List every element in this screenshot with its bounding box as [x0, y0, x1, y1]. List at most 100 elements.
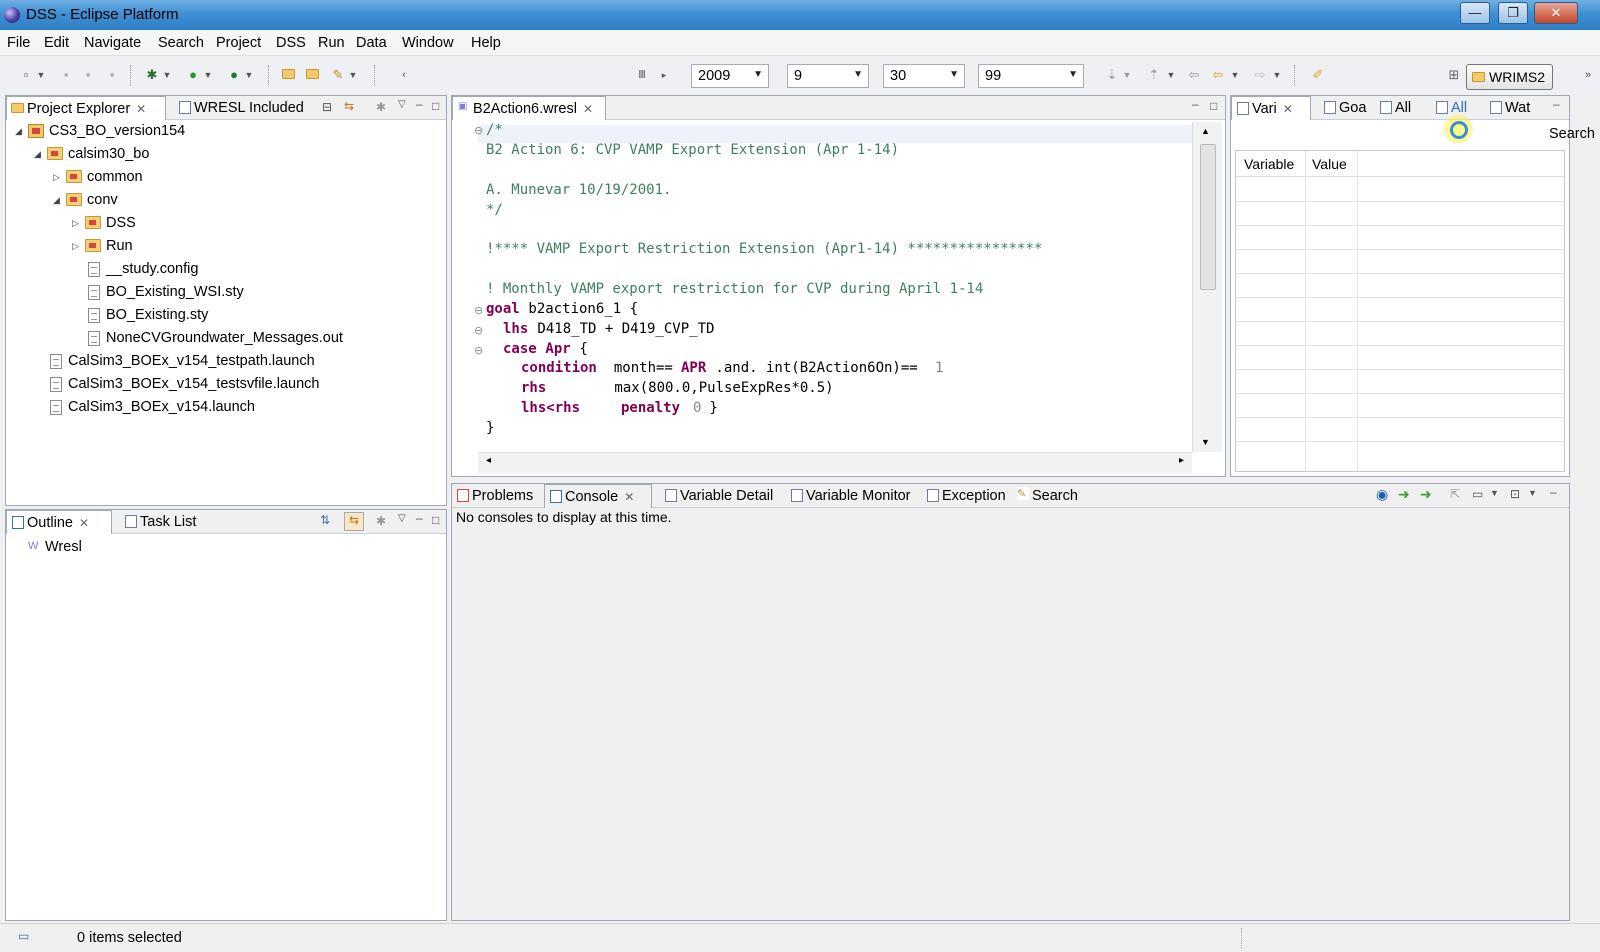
search-pen-icon[interactable]: ✎: [330, 67, 346, 83]
menu-data[interactable]: Data: [356, 35, 387, 51]
cycle-select[interactable]: 99 ▼: [978, 64, 1084, 88]
minimize-view-icon[interactable]: –: [416, 97, 423, 111]
external-tools-icon[interactable]: ●: [226, 67, 242, 83]
day-select[interactable]: 30 ▼: [883, 64, 965, 88]
code-line[interactable]: /*: [486, 122, 503, 138]
new-dropdown-icon[interactable]: ▼: [36, 67, 46, 83]
scroll-thumb[interactable]: [1200, 144, 1216, 290]
run-icon[interactable]: ●: [185, 67, 201, 83]
display-console-dropdown-icon[interactable]: ▼: [1490, 488, 1499, 498]
prev-annotation-dropdown-icon[interactable]: ▼: [1166, 67, 1176, 83]
tab-problems[interactable]: Problems: [452, 484, 544, 508]
tab-variable-detail[interactable]: Variable Detail: [660, 484, 784, 508]
month-select[interactable]: 9 ▼: [787, 64, 869, 88]
last-edit-icon[interactable]: ⇦: [1186, 67, 1202, 83]
scroll-right-icon[interactable]: ▸: [656, 67, 672, 83]
fast-view-icon[interactable]: ▭: [18, 929, 29, 943]
fold-icon[interactable]: ⊖: [474, 344, 483, 357]
forward-icon[interactable]: ⇨: [1252, 67, 1268, 83]
sort-icon[interactable]: ⇅: [320, 513, 330, 527]
perspective-wrims2-button[interactable]: WRIMS2: [1466, 64, 1553, 90]
menu-project[interactable]: Project: [216, 35, 261, 51]
next-annotation-icon[interactable]: ⇣: [1104, 67, 1120, 83]
close-tab-icon[interactable]: ✕: [79, 516, 89, 530]
tab-outline[interactable]: Outline ✕: [6, 510, 112, 534]
debug-dropdown-icon[interactable]: ▼: [162, 67, 172, 83]
code-line[interactable]: A. Munevar 10/19/2001.: [486, 182, 671, 198]
resume-icon[interactable]: ➜: [1420, 486, 1432, 503]
close-tab-icon[interactable]: ✕: [624, 490, 634, 504]
open-perspective-icon[interactable]: ⊞: [1446, 67, 1462, 83]
code-keyword[interactable]: goal: [486, 301, 520, 317]
code-text[interactable]: D418_TD + D419_CVP_TD: [529, 321, 714, 337]
pause-icon[interactable]: ◉: [1376, 486, 1388, 503]
search-dropdown-icon[interactable]: ▼: [348, 67, 358, 83]
year-select[interactable]: 2009 ▼: [691, 64, 769, 88]
code-keyword[interactable]: Apr: [537, 341, 570, 357]
display-console-icon[interactable]: ▭: [1472, 487, 1483, 501]
code-line[interactable]: B2 Action 6: CVP VAMP Export Extension (…: [486, 142, 899, 158]
tree-item-file[interactable]: NoneCVGroundwater_Messages.out: [6, 328, 446, 350]
step-over-icon[interactable]: ➜: [1398, 486, 1410, 503]
pin-icon[interactable]: ✐: [1310, 67, 1326, 83]
column-variable[interactable]: Variable: [1244, 156, 1294, 172]
open-console-icon[interactable]: ⊡: [1510, 487, 1520, 501]
more-perspectives-icon[interactable]: »: [1580, 67, 1596, 83]
collapse-arrow-icon[interactable]: ▷: [53, 172, 60, 183]
tree-item-folder[interactable]: ▷ DSS: [6, 213, 446, 235]
tab-goals[interactable]: Goa: [1319, 96, 1375, 120]
filter-icon[interactable]: ✱: [376, 100, 386, 114]
scroll-left-icon[interactable]: ◂: [486, 455, 491, 466]
tab-watch[interactable]: Wat: [1485, 96, 1545, 120]
tab-exception[interactable]: Exception: [922, 484, 1010, 508]
prev-annotation-icon[interactable]: ⇡: [1146, 67, 1162, 83]
menu-window[interactable]: Window: [402, 35, 454, 51]
code-keyword[interactable]: penalty: [621, 400, 680, 416]
code-line[interactable]: !**** VAMP Export Restriction Extension …: [486, 241, 1042, 257]
fold-icon[interactable]: ⊖: [474, 324, 483, 337]
column-value[interactable]: Value: [1312, 156, 1347, 172]
tab-search[interactable]: ✎ Search: [1012, 484, 1084, 508]
debug-icon[interactable]: ✱: [144, 67, 160, 83]
tree-item-file[interactable]: BO_Existing_WSI.sty: [6, 282, 446, 304]
tab-project-explorer[interactable]: Project Explorer ✕: [6, 96, 166, 120]
tree-item-file[interactable]: CalSim3_BOEx_v154.launch: [6, 397, 446, 419]
code-number[interactable]: 1: [935, 360, 943, 376]
save-icon[interactable]: ▪: [58, 67, 74, 83]
tab-variables[interactable]: Vari ✕: [1231, 96, 1311, 120]
code-text[interactable]: }: [701, 400, 717, 416]
view-menu-icon[interactable]: ▽: [398, 513, 406, 524]
view-menu-icon[interactable]: ▽: [398, 99, 406, 110]
outline-item[interactable]: W Wresl: [6, 537, 446, 559]
code-text[interactable]: {: [571, 341, 587, 357]
menu-dss[interactable]: DSS: [276, 35, 306, 51]
menu-navigate[interactable]: Navigate: [84, 35, 141, 51]
menu-search[interactable]: Search: [158, 35, 204, 51]
code-keyword[interactable]: APR: [681, 360, 706, 376]
minimize-view-icon[interactable]: –: [416, 511, 423, 525]
open-type-icon[interactable]: [306, 69, 319, 79]
maximize-view-icon[interactable]: □: [1210, 99, 1217, 113]
editor-vertical-scrollbar[interactable]: ▲ ▼: [1192, 122, 1222, 452]
menu-help[interactable]: Help: [471, 35, 501, 51]
tree-item-file[interactable]: __study.config: [6, 259, 446, 281]
back-icon[interactable]: ⇦: [1210, 67, 1226, 83]
code-keyword[interactable]: condition: [521, 360, 597, 376]
scroll-up-icon[interactable]: ▲: [1201, 126, 1210, 136]
code-text[interactable]: month==: [597, 360, 673, 376]
code-text[interactable]: .and. int(B2Action6On)==: [707, 360, 917, 376]
next-annotation-dropdown-icon[interactable]: ▼: [1122, 67, 1132, 83]
close-button[interactable]: ✕: [1534, 2, 1578, 24]
back-dropdown-icon[interactable]: ▼: [1230, 67, 1240, 83]
tab-variable-monitor[interactable]: Variable Monitor: [786, 484, 920, 508]
pin-console-icon[interactable]: ⇱: [1450, 487, 1460, 501]
code-keyword[interactable]: lhs: [503, 321, 528, 337]
filter-icon[interactable]: ✱: [376, 514, 386, 528]
tab-console[interactable]: Console ✕: [544, 484, 652, 508]
search-label[interactable]: Search: [1549, 126, 1595, 142]
print-icon[interactable]: ▪: [104, 67, 120, 83]
tree-item-file[interactable]: BO_Existing.sty: [6, 305, 446, 327]
expand-arrow-icon[interactable]: ◢: [34, 149, 41, 160]
maximize-view-icon[interactable]: □: [432, 99, 439, 113]
open-folder-icon[interactable]: [282, 69, 295, 79]
